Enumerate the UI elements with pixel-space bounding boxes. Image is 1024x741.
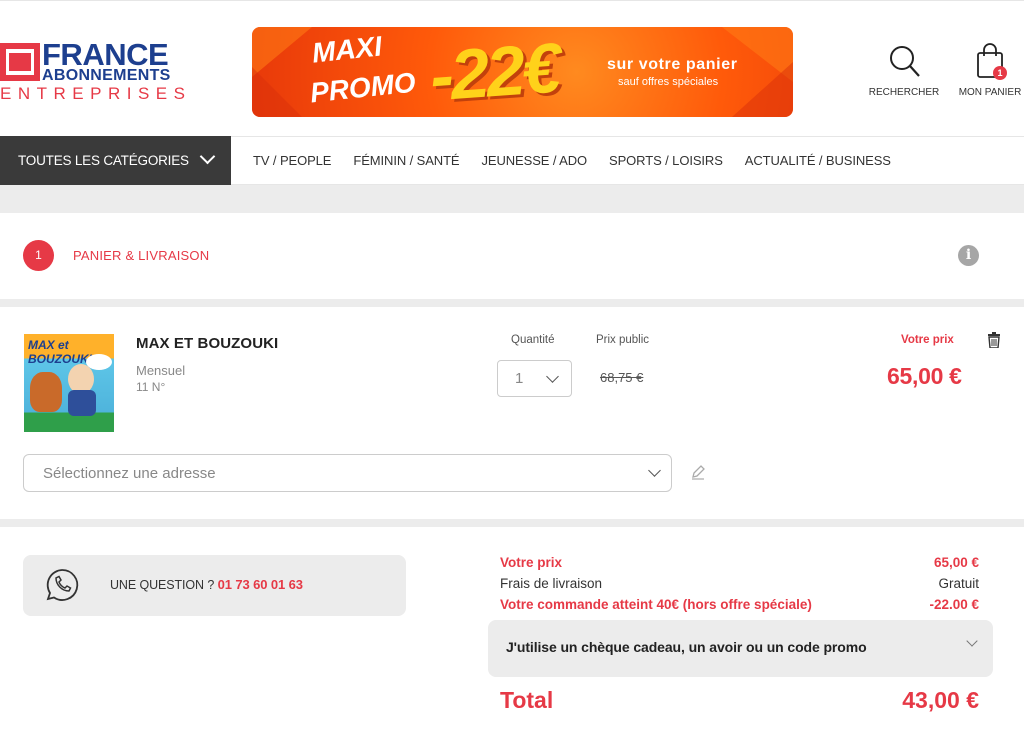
question-label: UNE QUESTION ? xyxy=(110,578,215,592)
logo-line1: FRANCE xyxy=(42,37,169,72)
search-label: RECHERCHER xyxy=(868,87,940,98)
logo-line3: ENTREPRISES xyxy=(0,84,192,103)
category-nav: TOUTES LES CATÉGORIES TV / PEOPLE FÉMINI… xyxy=(0,136,1024,186)
chevron-down-icon xyxy=(966,635,978,647)
phone-number[interactable]: 01 73 60 01 63 xyxy=(218,577,303,592)
product-frequency: Mensuel xyxy=(136,363,186,378)
quantity-select[interactable]: 1 xyxy=(497,360,572,397)
total-value: 43,00 € xyxy=(902,687,979,713)
promo-code-label: J'utilise un chèque cadeau, un avoir ou … xyxy=(506,639,867,655)
banner-sub2: sauf offres spéciales xyxy=(618,76,719,88)
pencil-icon[interactable] xyxy=(690,464,706,480)
promo-code-toggle[interactable]: J'utilise un chèque cadeau, un avoir ou … xyxy=(488,620,993,677)
nav-item-actualite-business[interactable]: ACTUALITÉ / BUSINESS xyxy=(745,137,891,185)
nav-item-tv-people[interactable]: TV / PEOPLE xyxy=(253,137,331,185)
your-price-value: 65,00 € xyxy=(887,363,962,389)
summary-label: Votre commande atteint 40€ (hors offre s… xyxy=(500,597,812,612)
banner-amount: -22€ xyxy=(427,28,561,116)
whatsapp-phone-icon xyxy=(46,569,79,601)
product-title[interactable]: MAX ET BOUZOUKI xyxy=(136,335,278,352)
quantity-value: 1 xyxy=(515,370,524,387)
chevron-down-icon xyxy=(546,370,559,383)
summary-value: Gratuit xyxy=(938,576,979,591)
site-logo[interactable]: FRANCE ABONNEMENTS ENTREPRISES xyxy=(0,39,190,103)
step-number-badge: 1 xyxy=(23,240,54,271)
cart-count-badge: 1 xyxy=(993,66,1007,80)
step-label: PANIER & LIVRAISON xyxy=(73,248,210,263)
search-icon xyxy=(890,46,920,77)
public-price-label: Prix public xyxy=(596,334,650,346)
summary-value: -22.00 € xyxy=(929,597,979,612)
address-select[interactable]: Sélectionnez une adresse xyxy=(23,454,672,492)
product-issues: 11 N° xyxy=(136,380,166,394)
nav-item-feminin-sante[interactable]: FÉMININ / SANTÉ xyxy=(353,137,459,185)
cover-kid-body xyxy=(68,390,96,416)
trash-icon[interactable] xyxy=(987,332,1001,348)
chevron-down-icon xyxy=(199,148,216,165)
all-categories-label: TOUTES LES CATÉGORIES xyxy=(18,153,189,168)
cart-item: MAX et BOUZOUKI MAX ET BOUZOUKI Mensuel … xyxy=(0,307,1024,519)
public-price-value: 68,75 € xyxy=(600,370,644,385)
separator-band xyxy=(0,519,1024,527)
site-header: FRANCE ABONNEMENTS ENTREPRISES MAXI PROM… xyxy=(0,0,1024,136)
cart-label: MON PANIER xyxy=(958,87,1022,98)
search-button[interactable]: RECHERCHER xyxy=(862,43,946,98)
summary-label: Votre prix xyxy=(500,555,563,570)
cart-summary: UNE QUESTION ? 01 73 60 01 63 Votre prix… xyxy=(0,527,1024,741)
all-categories-dropdown[interactable]: TOUTES LES CATÉGORIES xyxy=(0,136,231,186)
question-text: UNE QUESTION ? 01 73 60 01 63 xyxy=(110,577,303,592)
cart-button[interactable]: 1 MON PANIER xyxy=(950,43,1024,98)
magazine-cover-image[interactable]: MAX et BOUZOUKI xyxy=(24,334,114,432)
nav-item-jeunesse-ado[interactable]: JEUNESSE / ADO xyxy=(482,137,588,185)
checkout-step: 1 PANIER & LIVRAISON i xyxy=(0,213,1024,299)
quantity-label: Quantité xyxy=(511,334,555,346)
question-box[interactable]: UNE QUESTION ? 01 73 60 01 63 xyxy=(23,555,406,616)
nav-item-sports-loisirs[interactable]: SPORTS / LOISIRS xyxy=(609,137,723,185)
logo-line2: ABONNEMENTS xyxy=(42,67,171,84)
banner-sub1: sur votre panier xyxy=(607,56,738,73)
cover-dog xyxy=(30,372,62,412)
info-icon[interactable]: i xyxy=(958,245,979,266)
summary-value: 65,00 € xyxy=(933,555,979,570)
logo-emblem-icon xyxy=(0,43,40,81)
address-placeholder: Sélectionnez une adresse xyxy=(43,465,216,482)
total-label: Total xyxy=(500,687,554,713)
nav-items: TV / PEOPLE FÉMININ / SANTÉ JEUNESSE / A… xyxy=(253,137,913,185)
summary-label: Frais de livraison xyxy=(500,576,603,591)
separator-band xyxy=(0,185,1024,213)
chevron-down-icon xyxy=(648,464,661,477)
your-price-label: Votre prix xyxy=(901,334,954,346)
separator-band xyxy=(0,299,1024,307)
promo-banner[interactable]: MAXI PROMO -22€ sur votre panier sauf of… xyxy=(252,27,793,117)
